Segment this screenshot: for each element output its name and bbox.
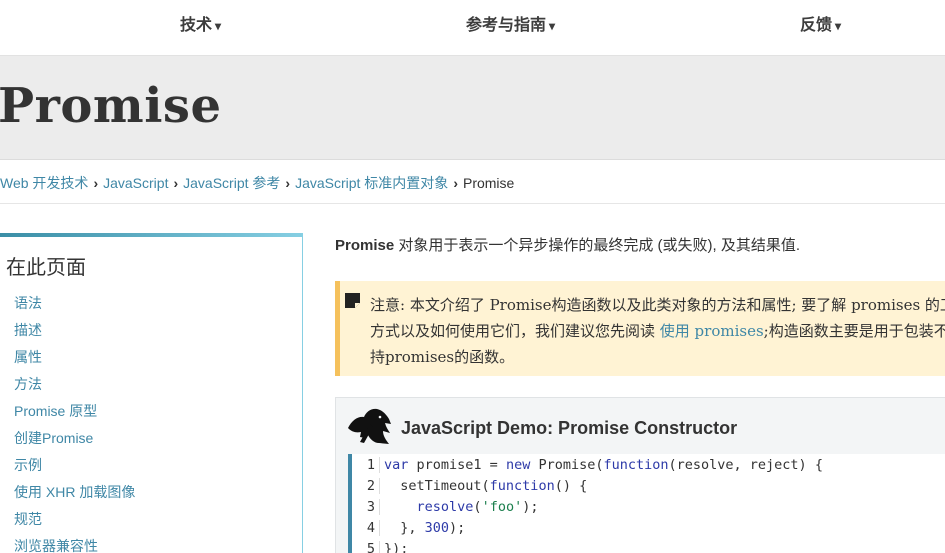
breadcrumb-link-web-tech[interactable]: Web 开发技术	[0, 175, 88, 191]
code-line: 4 }, 300);	[352, 520, 465, 541]
toc-item-browser-compat[interactable]: 浏览器兼容性	[14, 536, 135, 553]
nav-item-feedback[interactable]: 反馈 ▾	[800, 11, 841, 35]
top-navigation: 技术 ▾ 参考与指南 ▾ 反馈 ▾	[0, 0, 945, 55]
code-line: 2 setTimeout(function() {	[352, 478, 587, 499]
code-token: 'foo'	[481, 499, 523, 515]
code-token: function	[603, 457, 669, 473]
code-token: var	[384, 457, 409, 473]
toc-item-methods[interactable]: 方法	[14, 374, 135, 401]
caret-down-icon: ▾	[215, 19, 222, 33]
breadcrumb-current: Promise	[462, 175, 515, 191]
breadcrumb-link-builtin-objects[interactable]: JavaScript 标准内置对象	[295, 175, 448, 191]
toc-item-description[interactable]: 描述	[14, 320, 135, 347]
code-line: 5});	[352, 541, 408, 553]
code-line: 3 resolve('foo');	[352, 499, 538, 520]
code-token: (	[473, 499, 482, 515]
nav-item-label: 反馈	[800, 17, 833, 34]
page-title: Promise	[0, 78, 222, 134]
title-banner: Promise	[0, 55, 945, 160]
breadcrumb-separator: ›	[93, 175, 99, 191]
code-token: new	[505, 457, 531, 473]
breadcrumb-link-js-reference[interactable]: JavaScript 参考	[183, 175, 280, 191]
breadcrumb-divider	[0, 203, 945, 204]
breadcrumb: Web 开发技术 › JavaScript › JavaScript 参考 › JavaSc…	[0, 173, 514, 193]
toc-item-properties[interactable]: 属性	[14, 347, 135, 374]
breadcrumb-link-javascript[interactable]: JavaScript	[103, 175, 168, 191]
demo-title: JavaScript Demo: Promise Constructor	[401, 418, 738, 438]
nav-item-references-guides[interactable]: 参考与指南 ▾	[466, 11, 555, 35]
line-number: 5	[352, 541, 380, 553]
code-token: setTimeout(	[384, 478, 490, 494]
breadcrumb-separator: ›	[285, 175, 291, 191]
nav-item-label: 技术	[180, 17, 213, 34]
using-promises-link[interactable]: 使用 promises	[660, 322, 764, 340]
toc-item-specifications[interactable]: 规范	[14, 509, 135, 536]
code-token: function	[489, 478, 555, 494]
code-editor[interactable]: 1 var promise1 = new Promise(function(res…	[348, 454, 945, 553]
line-number: 3	[352, 499, 380, 515]
toc-item-prototype[interactable]: Promise 原型	[14, 401, 135, 428]
code-token: );	[449, 520, 466, 536]
interactive-demo: JavaScript Demo: Promise Constructor 1 va…	[335, 397, 945, 553]
line-number: 1	[352, 457, 380, 473]
toc-item-creating-promise[interactable]: 创建Promise	[14, 428, 135, 455]
toc-item-examples[interactable]: 示例	[14, 455, 135, 482]
code-token: );	[522, 499, 539, 515]
code-line: 1 var promise1 = new Promise(function(res…	[352, 457, 823, 478]
code-token: },	[384, 520, 425, 536]
dinosaur-logo-icon	[348, 408, 391, 444]
note-callout: 注意: 本文介绍了 Promise构造函数以及此类对象的方法和属性; 要了解 p…	[335, 281, 945, 376]
code-token: Promise(	[530, 457, 604, 473]
code-token: });	[384, 541, 409, 553]
code-token: 300	[424, 520, 450, 536]
intro-text: 对象用于表示一个异步操作的最终完成 (或失败), 及其结果值.	[394, 237, 801, 254]
nav-item-technologies[interactable]: 技术 ▾	[180, 11, 221, 35]
caret-down-icon: ▾	[835, 19, 842, 33]
line-number: 4	[352, 520, 380, 536]
breadcrumb-separator: ›	[173, 175, 179, 191]
line-number: 2	[352, 478, 380, 494]
toc-list: 语法 描述 属性 方法 Promise 原型 创建Promise 示例 使用 X…	[14, 293, 135, 553]
intro-term: Promise	[335, 237, 395, 254]
toc-item-syntax[interactable]: 语法	[14, 293, 135, 320]
toc-heading: 在此页面	[6, 255, 86, 279]
caret-down-icon: ▾	[549, 19, 556, 33]
code-token: resolve	[416, 499, 474, 515]
code-token: () {	[554, 478, 588, 494]
intro-paragraph: Promise 对象用于表示一个异步操作的最终完成 (或失败), 及其结果值.	[335, 234, 800, 255]
on-this-page-sidebar: 在此页面 语法 描述 属性 方法 Promise 原型 创建Promise 示例…	[0, 233, 303, 553]
note-icon	[345, 293, 360, 308]
nav-item-label: 参考与指南	[466, 17, 547, 34]
breadcrumb-separator: ›	[453, 175, 458, 191]
code-token: (resolve, reject) {	[668, 457, 823, 473]
note-text: 注意: 本文介绍了 Promise构造函数以及此类对象的方法和属性; 要了解 p…	[370, 292, 945, 370]
toc-item-xhr-image[interactable]: 使用 XHR 加载图像	[14, 482, 135, 509]
code-token: promise1 =	[408, 457, 506, 473]
